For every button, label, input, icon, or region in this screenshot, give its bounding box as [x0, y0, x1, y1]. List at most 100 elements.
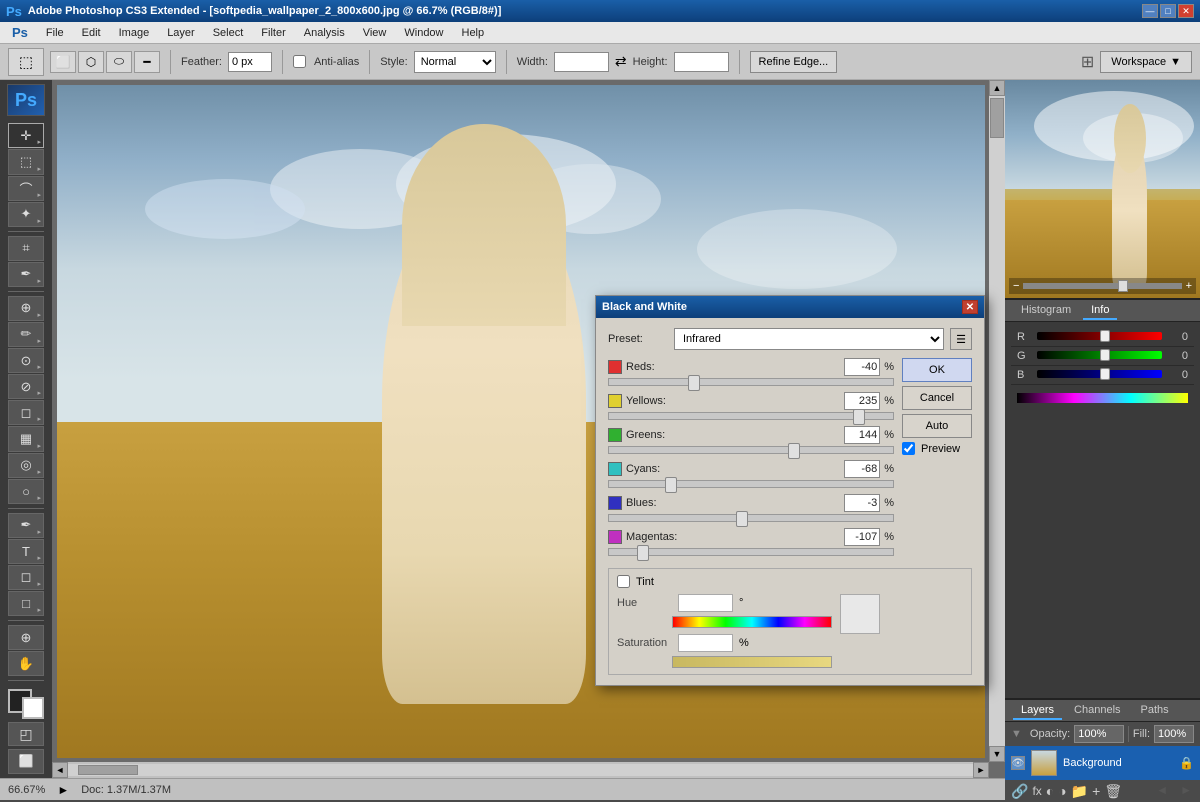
cyans-input[interactable]	[844, 460, 880, 478]
anti-alias-checkbox[interactable]	[293, 55, 306, 68]
width-input[interactable]	[554, 52, 609, 72]
preset-menu-btn[interactable]: ☰	[950, 328, 972, 350]
hue-input[interactable]	[678, 594, 733, 612]
reds-handle[interactable]	[688, 375, 700, 391]
marquee-tool-btn[interactable]: ⬚	[8, 48, 44, 76]
scroll-right-btn[interactable]: ►	[973, 762, 989, 778]
window-controls[interactable]: — □ ✕	[1142, 4, 1194, 18]
quick-mask-toggle[interactable]: ◰	[8, 722, 44, 745]
pen-tool[interactable]: ✒▸	[8, 513, 44, 538]
bw-dialog-close[interactable]: ✕	[962, 300, 978, 314]
healing-tool[interactable]: ⊕▸	[8, 296, 44, 321]
scroll-left-btn[interactable]: ◄	[52, 762, 68, 778]
ellipse-marquee-btn[interactable]: ⬭	[106, 51, 132, 73]
history-tool[interactable]: ⊘▸	[8, 374, 44, 399]
zoom-out-icon[interactable]: −	[1013, 280, 1019, 292]
eraser-tool[interactable]: ◻▸	[8, 400, 44, 425]
cancel-button[interactable]: Cancel	[902, 386, 972, 410]
gradient-tool[interactable]: ▦▸	[8, 426, 44, 451]
rect-marquee-btn[interactable]: ⬜	[50, 51, 76, 73]
menu-image[interactable]: Image	[111, 25, 158, 41]
yellows-track[interactable]	[608, 412, 894, 420]
marquee-tool[interactable]: ⬚▸	[8, 149, 44, 174]
single-marquee-btn[interactable]: ━	[134, 51, 160, 73]
adjustment-layer-btn[interactable]: ◑	[1058, 783, 1066, 799]
lasso-tool[interactable]: ⌒▸	[8, 176, 44, 201]
histogram-tab[interactable]: Histogram	[1013, 302, 1079, 320]
scroll-thumb-v[interactable]	[990, 98, 1004, 138]
preset-select[interactable]: Infrared Default Custom	[674, 328, 944, 350]
brush-tool[interactable]: ✏▸	[8, 322, 44, 347]
clone-tool[interactable]: ⊙▸	[8, 348, 44, 373]
layer-mask-btn[interactable]: ◐	[1046, 783, 1054, 799]
dodge-tool[interactable]: ○▸	[8, 479, 44, 504]
text-tool[interactable]: T▸	[8, 539, 44, 564]
layer-group-btn[interactable]: 📁	[1071, 783, 1088, 800]
menu-ps[interactable]: Ps	[4, 23, 36, 42]
scroll-up-btn[interactable]: ▲	[989, 80, 1005, 96]
layers-tab[interactable]: Layers	[1013, 702, 1062, 720]
greens-input[interactable]	[844, 426, 880, 444]
menu-view[interactable]: View	[355, 25, 395, 41]
zoom-in-icon[interactable]: +	[1186, 280, 1192, 292]
cyans-handle[interactable]	[665, 477, 677, 493]
minimize-button[interactable]: —	[1142, 4, 1158, 18]
link-layers-btn[interactable]: 🔗	[1011, 783, 1028, 800]
saturation-input[interactable]	[678, 634, 733, 652]
cyans-track[interactable]	[608, 480, 894, 488]
screen-mode-btn[interactable]: ⬜	[8, 749, 44, 774]
magentas-handle[interactable]	[637, 545, 649, 561]
magentas-track[interactable]	[608, 548, 894, 556]
canvas-scrollbar-horizontal[interactable]: ◄ ►	[52, 762, 989, 778]
eyedropper-tool[interactable]: ✒▸	[8, 262, 44, 287]
shape-tool[interactable]: □▸	[8, 591, 44, 616]
info-tab[interactable]: Info	[1083, 302, 1117, 320]
crop-tool[interactable]: ⌗	[8, 236, 44, 261]
channels-tab[interactable]: Channels	[1066, 702, 1128, 720]
layer-visibility-eye[interactable]: 👁	[1011, 756, 1025, 770]
style-select[interactable]: Normal Fixed Ratio Fixed Size	[414, 51, 496, 73]
zoom-slider-track[interactable]	[1023, 283, 1181, 289]
new-layer-btn[interactable]: +	[1092, 783, 1100, 799]
maximize-button[interactable]: □	[1160, 4, 1176, 18]
yellows-handle[interactable]	[853, 409, 865, 425]
magic-wand-tool[interactable]: ✦▸	[8, 202, 44, 227]
tint-color-preview[interactable]	[840, 594, 880, 634]
menu-edit[interactable]: Edit	[74, 25, 109, 41]
menu-filter[interactable]: Filter	[253, 25, 293, 41]
menu-file[interactable]: File	[38, 25, 72, 41]
scroll-down-btn[interactable]: ▼	[989, 746, 1005, 762]
blues-handle[interactable]	[736, 511, 748, 527]
move-tool[interactable]: ✛▸	[8, 123, 44, 148]
swap-wh-icon[interactable]: ⇄	[615, 53, 627, 70]
nav-right-btn[interactable]: ►	[1180, 783, 1192, 797]
menu-help[interactable]: Help	[454, 25, 493, 41]
feather-input[interactable]	[228, 52, 272, 72]
background-color[interactable]	[22, 697, 44, 719]
auto-button[interactable]: Auto	[902, 414, 972, 438]
blues-input[interactable]	[844, 494, 880, 512]
layer-background[interactable]: 👁 Background 🔒	[1005, 746, 1200, 780]
menu-window[interactable]: Window	[396, 25, 451, 41]
delete-layer-btn[interactable]: 🗑	[1104, 783, 1122, 800]
tint-checkbox[interactable]	[617, 575, 630, 588]
status-arrow-btn[interactable]: ►	[57, 783, 69, 797]
zoom-tool[interactable]: ⊕	[8, 625, 44, 650]
refine-edge-button[interactable]: Refine Edge...	[750, 51, 838, 73]
workspace-button[interactable]: Workspace ▼	[1100, 51, 1192, 73]
fill-input[interactable]	[1154, 725, 1194, 743]
menu-layer[interactable]: Layer	[159, 25, 203, 41]
close-button[interactable]: ✕	[1178, 4, 1194, 18]
menu-analysis[interactable]: Analysis	[296, 25, 353, 41]
canvas-scrollbar-vertical[interactable]: ▲ ▼	[989, 80, 1005, 762]
greens-track[interactable]	[608, 446, 894, 454]
reds-input[interactable]	[844, 358, 880, 376]
selection-tool[interactable]: ◻▸	[8, 565, 44, 590]
opacity-input[interactable]	[1074, 725, 1124, 743]
paths-tab[interactable]: Paths	[1133, 702, 1177, 720]
ok-button[interactable]: OK	[902, 358, 972, 382]
nav-left-btn[interactable]: ◄	[1156, 783, 1168, 797]
blur-tool[interactable]: ◎▸	[8, 453, 44, 478]
yellows-input[interactable]	[844, 392, 880, 410]
magentas-input[interactable]	[844, 528, 880, 546]
